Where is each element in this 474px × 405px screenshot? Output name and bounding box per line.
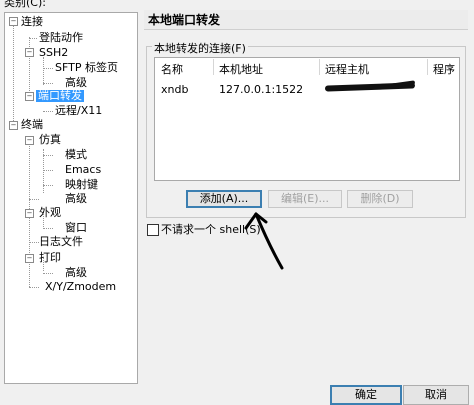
column-divider[interactable]	[427, 59, 428, 75]
category-tree[interactable]: − 连接 登陆动作 − SSH2 SFTP 标签页 高级 − 端口转发 远程/X…	[4, 12, 138, 384]
tree-item-advanced-printing[interactable]: 高级	[65, 267, 87, 279]
tree-guide	[13, 25, 14, 125]
collapse-icon[interactable]: −	[25, 48, 34, 57]
collapse-icon[interactable]: −	[25, 136, 34, 145]
tree-item-emulation[interactable]: 仿真	[39, 134, 61, 146]
tree-guide	[43, 68, 53, 69]
column-header-remote-host[interactable]: 远程主机	[325, 61, 369, 77]
column-header-name[interactable]: 名称	[161, 61, 183, 77]
tree-item-printing[interactable]: 打印	[39, 252, 61, 264]
arrow-annotation-icon	[244, 212, 284, 270]
ok-button[interactable]: 确定	[330, 385, 402, 405]
cancel-button[interactable]: 取消	[403, 385, 469, 405]
page-title: 本地端口转发	[144, 10, 468, 30]
tree-guide	[43, 155, 53, 156]
tree-item-remote-x11[interactable]: 远程/X11	[55, 105, 102, 117]
column-divider[interactable]	[213, 59, 214, 75]
tree-item-advanced-terminal[interactable]: 高级	[65, 193, 87, 205]
tree-item-log-file[interactable]: 日志文件	[39, 236, 83, 248]
tree-item-terminal[interactable]: 终端	[21, 119, 43, 131]
tree-item-mapped-keys[interactable]: 映射键	[65, 179, 98, 191]
group-label: 本地转发的连接(F)	[152, 40, 248, 56]
tree-item-connection[interactable]: 连接	[21, 16, 43, 28]
tree-item-appearance[interactable]: 外观	[39, 207, 61, 219]
tree-item-advanced-ssh2[interactable]: 高级	[65, 77, 87, 89]
collapse-icon[interactable]: −	[9, 17, 18, 26]
tree-guide	[43, 170, 53, 171]
tree-item-login-actions[interactable]: 登陆动作	[39, 32, 83, 44]
tree-item-modes[interactable]: 模式	[65, 149, 87, 161]
tree-item-port-forwarding[interactable]: 端口转发	[36, 90, 84, 102]
tree-guide	[29, 37, 30, 97]
no-shell-checkbox[interactable]	[147, 224, 159, 236]
forwarding-list[interactable]: 名称 本机地址 远程主机 程序 xndb 127.0.0.1:1522	[154, 57, 460, 181]
tree-guide	[29, 199, 39, 200]
tree-guide	[43, 228, 53, 229]
tree-item-ssh2[interactable]: SSH2	[39, 47, 68, 59]
collapse-icon[interactable]: −	[25, 209, 34, 218]
column-divider[interactable]	[319, 59, 320, 75]
tree-guide	[43, 83, 53, 84]
tree-guide	[43, 111, 53, 112]
category-label: 类别(C):	[4, 0, 46, 9]
tree-guide	[43, 57, 44, 85]
tree-item-sftp-tab[interactable]: SFTP 标签页	[55, 62, 118, 74]
column-header-local-address[interactable]: 本机地址	[219, 61, 263, 77]
tree-guide	[43, 273, 53, 274]
tree-item-emacs[interactable]: Emacs	[65, 164, 101, 176]
row-local-address: 127.0.0.1:1522	[219, 83, 304, 96]
tree-guide	[43, 185, 53, 186]
tree-item-window[interactable]: 窗口	[65, 222, 87, 234]
tree-guide	[29, 38, 37, 39]
delete-button[interactable]: 删除(D)	[347, 190, 413, 208]
tree-item-xyz-modem[interactable]: X/Y/Zmodem	[45, 281, 116, 293]
collapse-icon[interactable]: −	[25, 254, 34, 263]
tree-guide	[29, 287, 39, 288]
collapse-icon[interactable]: −	[25, 92, 34, 101]
row-name: xndb	[161, 83, 189, 96]
table-row[interactable]: xndb 127.0.0.1:1522	[155, 78, 459, 96]
collapse-icon[interactable]: −	[9, 121, 18, 130]
column-header-program[interactable]: 程序	[433, 61, 455, 77]
tree-guide	[29, 242, 39, 243]
